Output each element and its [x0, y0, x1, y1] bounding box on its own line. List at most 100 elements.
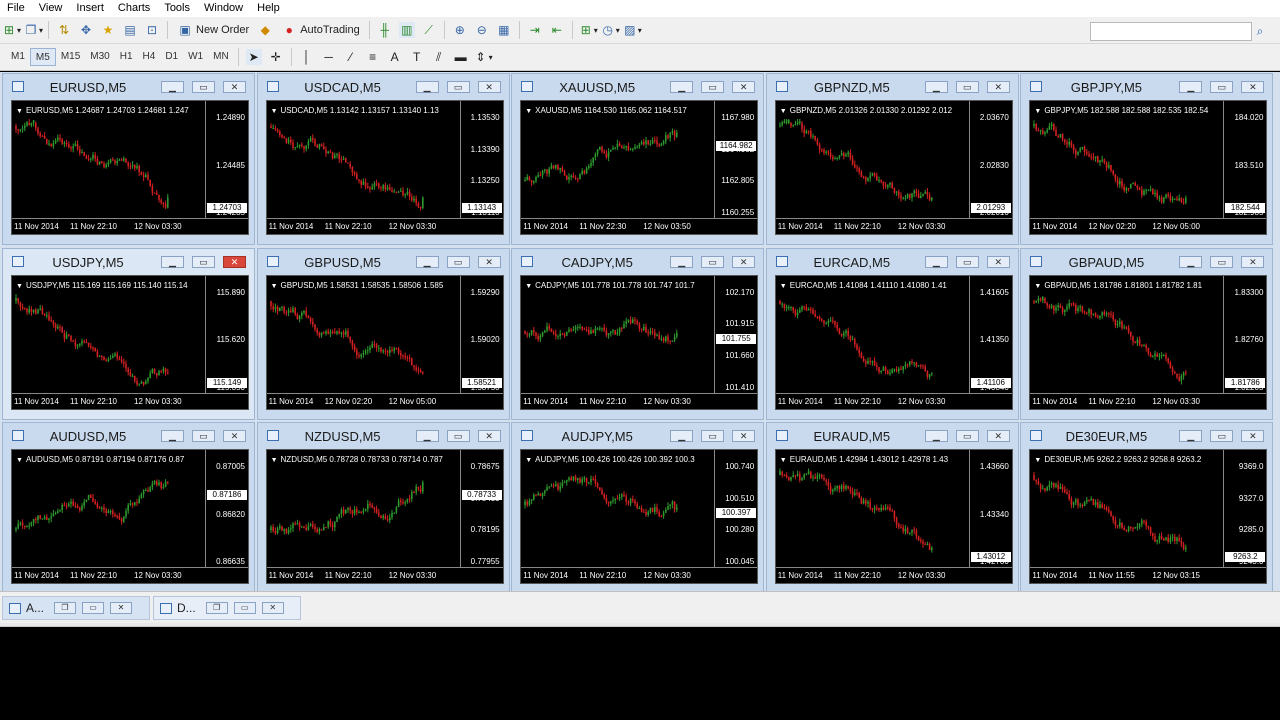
candlestick-button[interactable]: ▥ — [397, 20, 417, 40]
chart-window[interactable]: USDCAD,M5 ▁ ▭ ✕ ▼ USDCAD,M5 1.13142 1.131… — [256, 73, 510, 245]
chart-window[interactable]: EURUSD,M5 ▁ ▭ ✕ ▼ EURUSD,M5 1.24687 1.247… — [2, 73, 255, 245]
tile-windows-button[interactable]: ▦ — [494, 20, 514, 40]
fibonacci-button[interactable]: ⫽ — [429, 47, 449, 67]
chart-window[interactable]: EURAUD,M5 ▁ ▭ ✕ ▼ EURAUD,M5 1.42984 1.430… — [765, 422, 1019, 594]
maximize-button[interactable]: ▭ — [82, 602, 105, 614]
minimize-button[interactable]: ▁ — [670, 255, 694, 268]
indicators-button[interactable]: ⊞ ▾ — [578, 20, 598, 40]
strategy-tester-button[interactable]: ⊡ — [142, 20, 162, 40]
chart-window-titlebar[interactable]: EURAUD,M5 ▁ ▭ ✕ — [767, 423, 1018, 449]
price-chart-euraud[interactable]: ▼ EURAUD,M5 1.42984 1.43012 1.42978 1.43 … — [774, 449, 1013, 584]
timeframe-m30[interactable]: M30 — [85, 48, 114, 66]
maximize-button[interactable]: ▭ — [192, 255, 215, 268]
minimize-button[interactable]: ▁ — [670, 430, 694, 442]
minimize-button[interactable]: ▁ — [924, 255, 948, 268]
autotrading-button[interactable]: ● AutoTrading — [277, 20, 364, 40]
minimize-button[interactable]: ▁ — [161, 430, 184, 442]
price-chart-eurusd[interactable]: ▼ EURUSD,M5 1.24687 1.24703 1.24681 1.247… — [11, 100, 249, 235]
restore-button[interactable]: ❐ — [54, 602, 77, 614]
zoom-in-button[interactable]: ⊕ — [450, 20, 470, 40]
maximize-button[interactable]: ▭ — [955, 81, 979, 93]
chart-window-titlebar[interactable]: XAUUSD,M5 ▁ ▭ ✕ — [512, 74, 763, 100]
minimize-button[interactable]: ▁ — [1179, 430, 1203, 442]
chart-window-titlebar[interactable]: EURUSD,M5 ▁ ▭ ✕ — [3, 74, 254, 100]
close-button[interactable]: ✕ — [1241, 81, 1265, 93]
maximize-button[interactable]: ▭ — [192, 81, 215, 93]
maximize-button[interactable]: ▭ — [1210, 81, 1234, 93]
menu-file[interactable]: File — [0, 0, 32, 17]
close-button[interactable]: ✕ — [477, 430, 501, 442]
chart-window[interactable]: GBPUSD,M5 ▁ ▭ ✕ ▼ GBPUSD,M5 1.58531 1.585… — [256, 247, 510, 420]
trendline-button[interactable]: ⁄ — [341, 47, 361, 67]
crosshair-button[interactable]: ✛ — [266, 47, 286, 67]
price-chart-cadjpy[interactable]: ▼ CADJPY,M5 101.778 101.778 101.747 101.7… — [520, 274, 759, 410]
bar-chart-button[interactable]: ╫ — [375, 20, 395, 40]
chart-window-titlebar[interactable]: DE30EUR,M5 ▁ ▭ ✕ — [1021, 423, 1272, 449]
arrows-button[interactable]: ⇕ ▾ — [473, 47, 493, 67]
search-input[interactable] — [1090, 22, 1252, 41]
minimize-button[interactable]: ▁ — [415, 255, 439, 268]
price-chart-audusd[interactable]: ▼ AUDUSD,M5 0.87191 0.87194 0.87176 0.87 … — [11, 449, 249, 584]
price-chart-gbpusd[interactable]: ▼ GBPUSD,M5 1.58531 1.58535 1.58506 1.585… — [265, 274, 504, 410]
chart-window-titlebar[interactable]: CADJPY,M5 ▁ ▭ ✕ — [512, 249, 763, 275]
terminal-button[interactable]: ▤ — [120, 20, 140, 40]
close-button[interactable]: ✕ — [477, 255, 501, 268]
close-button[interactable]: ✕ — [986, 255, 1010, 268]
zoom-out-button[interactable]: ⊖ — [472, 20, 492, 40]
close-button[interactable]: ✕ — [732, 81, 756, 93]
rectangle-button[interactable]: ▬ — [451, 47, 471, 67]
chart-window-titlebar[interactable]: AUDUSD,M5 ▁ ▭ ✕ — [3, 423, 254, 449]
minimize-button[interactable]: ▁ — [161, 255, 184, 268]
price-chart-usdjpy[interactable]: ▼ USDJPY,M5 115.169 115.169 115.140 115.1… — [11, 274, 249, 410]
maximize-button[interactable]: ▭ — [701, 81, 725, 93]
timeframe-d1[interactable]: D1 — [160, 48, 183, 66]
chart-window[interactable]: GBPAUD,M5 ▁ ▭ ✕ ▼ GBPAUD,M5 1.81786 1.818… — [1020, 247, 1274, 420]
chart-window-titlebar[interactable]: EURCAD,M5 ▁ ▭ ✕ — [767, 249, 1018, 275]
menu-help[interactable]: Help — [250, 0, 287, 17]
close-button[interactable]: ✕ — [1241, 255, 1265, 268]
chart-window-titlebar[interactable]: GBPAUD,M5 ▁ ▭ ✕ — [1021, 249, 1272, 275]
metaeditor-button[interactable]: ◆ — [255, 20, 275, 40]
chart-window-titlebar[interactable]: GBPJPY,M5 ▁ ▭ ✕ — [1021, 74, 1272, 100]
menu-view[interactable]: View — [32, 0, 70, 17]
close-button[interactable]: ✕ — [1241, 430, 1265, 442]
price-chart-audjpy[interactable]: ▼ AUDJPY,M5 100.426 100.426 100.392 100.3… — [520, 449, 759, 584]
maximize-button[interactable]: ▭ — [955, 255, 979, 268]
chart-window[interactable]: DE30EUR,M5 ▁ ▭ ✕ ▼ DE30EUR,M5 9262.2 9263… — [1020, 422, 1274, 594]
tab-window-d[interactable]: D... ❐ ▭ ✕ — [153, 596, 301, 620]
chart-window[interactable]: AUDUSD,M5 ▁ ▭ ✕ ▼ AUDUSD,M5 0.87191 0.871… — [2, 422, 255, 594]
search-icon[interactable]: ⌕ — [1252, 22, 1268, 41]
close-button[interactable]: ✕ — [986, 430, 1010, 442]
price-chart-nzdusd[interactable]: ▼ NZDUSD,M5 0.78728 0.78733 0.78714 0.787… — [265, 449, 504, 584]
cursor-button[interactable]: ➤ — [244, 47, 264, 67]
close-button[interactable]: ✕ — [110, 602, 133, 614]
close-button[interactable]: ✕ — [732, 430, 756, 442]
timeframe-w1[interactable]: W1 — [183, 48, 208, 66]
chart-window[interactable]: CADJPY,M5 ▁ ▭ ✕ ▼ CADJPY,M5 101.778 101.7… — [511, 247, 765, 420]
minimize-button[interactable]: ▁ — [670, 81, 694, 93]
menu-insert[interactable]: Insert — [69, 0, 111, 17]
chart-window[interactable]: USDJPY,M5 ▁ ▭ ✕ ▼ USDJPY,M5 115.169 115.1… — [2, 247, 255, 420]
price-chart-xauusd[interactable]: ▼ XAUUSD,M5 1164.530 1165.062 1164.517 11… — [520, 100, 759, 235]
price-chart-usdcad[interactable]: ▼ USDCAD,M5 1.13142 1.13157 1.13140 1.13 … — [265, 100, 504, 235]
minimize-button[interactable]: ▁ — [415, 81, 439, 93]
tab-window-a[interactable]: A... ❐ ▭ ✕ — [2, 596, 150, 620]
timeframe-h1[interactable]: H1 — [115, 48, 138, 66]
price-chart-de30eur[interactable]: ▼ DE30EUR,M5 9262.2 9263.2 9258.8 9263.2 … — [1029, 449, 1268, 584]
profiles-button[interactable]: ❐ ▾ — [23, 20, 43, 40]
menu-charts[interactable]: Charts — [111, 0, 157, 17]
price-chart-gbpjpy[interactable]: ▼ GBPJPY,M5 182.588 182.588 182.535 182.5… — [1029, 100, 1268, 235]
new-order-button[interactable]: ▣ New Order — [173, 20, 253, 40]
minimize-button[interactable]: ▁ — [415, 430, 439, 442]
price-chart-eurcad[interactable]: ▼ EURCAD,M5 1.41084 1.41110 1.41080 1.41 … — [774, 274, 1013, 410]
text-tool-button[interactable]: A — [385, 47, 405, 67]
close-button[interactable]: ✕ — [732, 255, 756, 268]
minimize-button[interactable]: ▁ — [1179, 255, 1203, 268]
chart-window-titlebar[interactable]: USDJPY,M5 ▁ ▭ ✕ — [3, 249, 254, 275]
maximize-button[interactable]: ▭ — [446, 430, 470, 442]
maximize-button[interactable]: ▭ — [233, 602, 256, 614]
minimize-button[interactable]: ▁ — [924, 81, 948, 93]
chart-window-titlebar[interactable]: NZDUSD,M5 ▁ ▭ ✕ — [258, 423, 509, 449]
minimize-button[interactable]: ▁ — [161, 81, 184, 93]
close-button[interactable]: ✕ — [261, 602, 284, 614]
